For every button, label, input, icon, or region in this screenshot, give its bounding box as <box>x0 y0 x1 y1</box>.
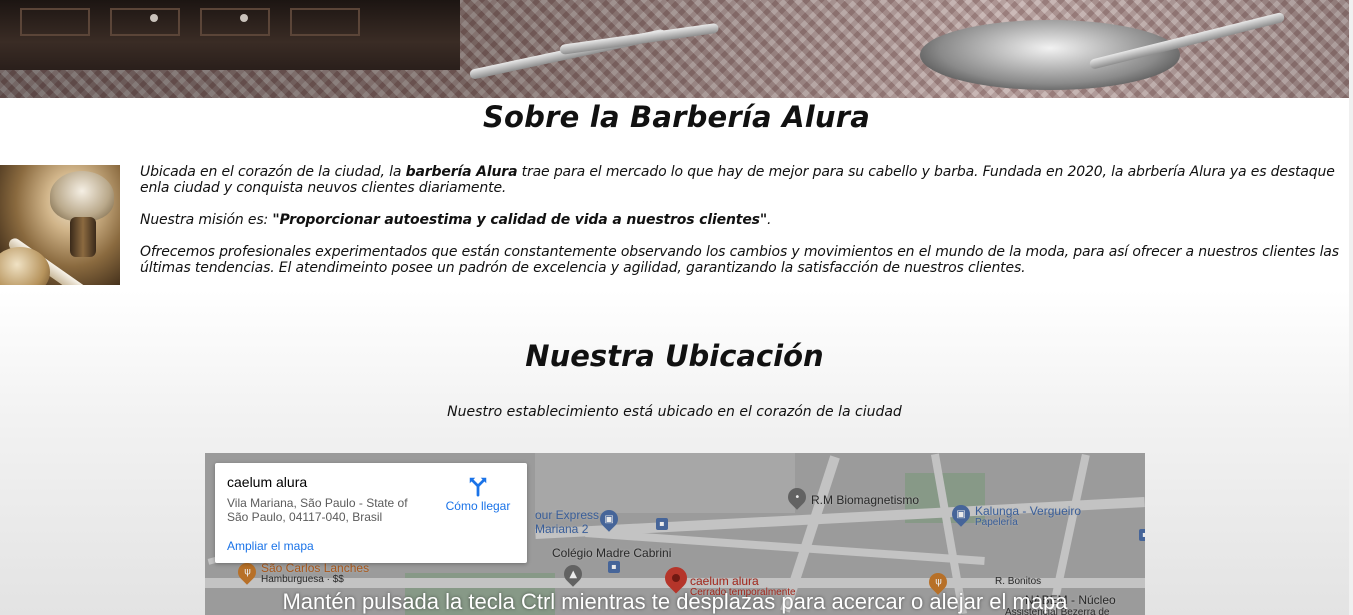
hero-banner-image <box>0 0 1349 98</box>
directions-icon <box>469 477 487 497</box>
about-text: Ubicada en el corazón de la ciudad, la b… <box>140 164 1340 292</box>
embedded-map[interactable]: • R.M Biomagnetismo ▣ Kalunga - Vergueir… <box>205 453 1145 615</box>
scrollbar[interactable] <box>1349 0 1353 615</box>
page: Sobre la Barbería Alura Ubicada en el co… <box>0 0 1353 615</box>
about-paragraph-3: Ofrecemos profesionales experimentados q… <box>140 244 1339 276</box>
about-paragraph-mission: Nuestra misión es: "Proporcionar autoest… <box>140 212 772 228</box>
about-title: Sobre la Barbería Alura <box>482 100 871 134</box>
shaving-brush-image <box>0 165 120 285</box>
map-zoom-hint: Mantén pulsada la tecla Ctrl mientras te… <box>282 589 1068 614</box>
about-paragraph-1: Ubicada en el corazón de la ciudad, la b… <box>140 164 1335 196</box>
enlarge-map-link[interactable]: Ampliar el mapa <box>227 539 314 553</box>
location-subtitle: Nuestro establecimiento está ubicado en … <box>447 404 902 420</box>
location-title: Nuestra Ubicación <box>525 339 824 373</box>
place-name: caelum alura <box>227 474 308 490</box>
place-address: Vila Mariana, São Paulo - State of São P… <box>227 496 408 524</box>
map-place-card: caelum alura Vila Mariana, São Paulo - S… <box>215 463 527 563</box>
directions-button[interactable]: Cómo llegar <box>443 475 513 513</box>
directions-label: Cómo llegar <box>445 499 511 513</box>
hero-cabinet <box>0 0 460 70</box>
